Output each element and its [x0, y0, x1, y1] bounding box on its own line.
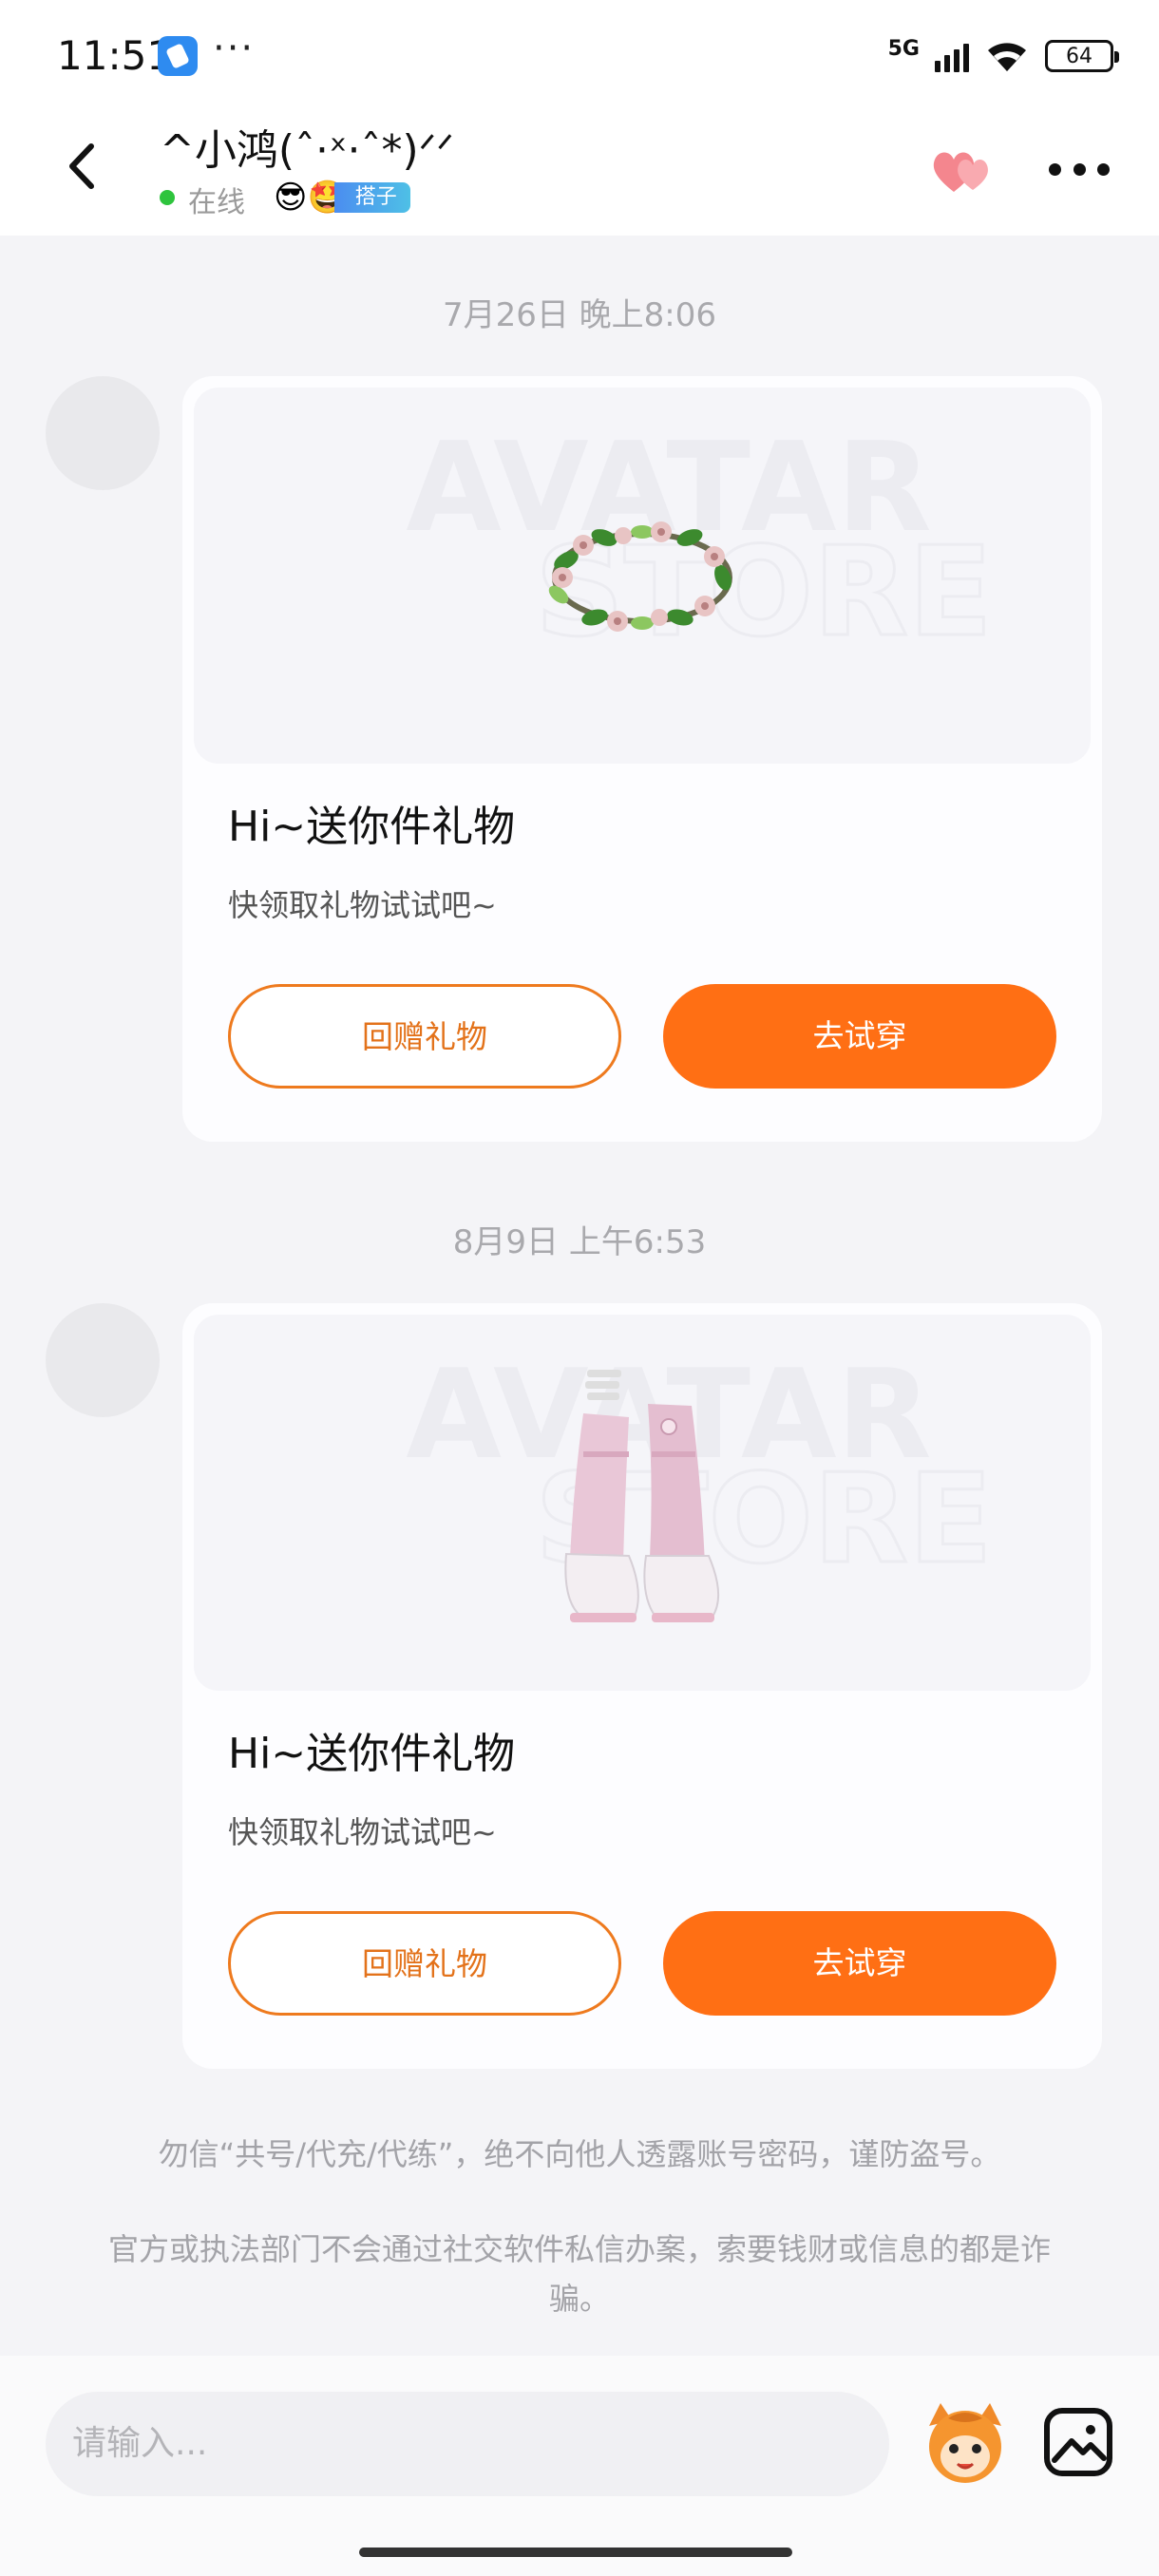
- status-indicators: 5G 64: [887, 34, 1119, 78]
- return-gift-button[interactable]: 回赠礼物: [228, 1911, 621, 2016]
- relationship-badge[interactable]: 😎🤩 搭子: [274, 179, 410, 217]
- gift-title: Hi~送你件礼物: [228, 803, 516, 851]
- avatar[interactable]: [46, 1303, 160, 1417]
- fraud-notice: 官方或执法部门不会通过社交软件私信办案，索要钱财或信息的都是诈骗。: [107, 2231, 1051, 2317]
- home-indicator[interactable]: [359, 2548, 792, 2557]
- app-notification-icon: [158, 36, 198, 76]
- badge-label: 搭子: [333, 182, 410, 213]
- back-button[interactable]: [49, 133, 116, 199]
- gift-subtitle: 快领取礼物试试吧~: [228, 887, 497, 923]
- flower-wreath-icon: [548, 521, 732, 632]
- contact-name: ^小鸿(ˆ·ˣ·ˆ*)ᐟᐟ: [160, 126, 454, 175]
- message-timestamp: 7月26日 晚上8:06: [442, 296, 717, 334]
- gift-image[interactable]: AVATAR STORE: [194, 388, 1091, 764]
- network-type: 5G: [887, 36, 920, 61]
- try-on-button[interactable]: 去试穿: [663, 984, 1056, 1089]
- safety-notice: 勿信“共号/代充/代练”，绝不向他人透露账号密码，谨防盗号。: [158, 2136, 1001, 2172]
- message-list[interactable]: 7月26日 晚上8:06 AVATAR STORE Hi~送你件礼物 快领取礼物…: [0, 236, 1159, 2356]
- input-bar: 请输入...: [0, 2356, 1159, 2576]
- battery-level: 64: [1066, 44, 1092, 68]
- signal-icon: [935, 40, 969, 72]
- status-time: 11:51: [57, 32, 173, 79]
- message-input[interactable]: 请输入...: [46, 2392, 889, 2496]
- gift-card[interactable]: AVATAR STORE Hi~送你件礼物 快领取礼物试试吧~ 回赠礼物 去试穿: [182, 376, 1102, 1142]
- gift-subtitle: 快领取礼物试试吧~: [228, 1814, 497, 1850]
- online-dot-icon: [160, 190, 175, 205]
- wifi-icon: [988, 43, 1026, 71]
- leg-warmer-shoes-icon: [564, 1370, 720, 1622]
- online-status: 在线: [188, 186, 245, 219]
- image-picker-icon[interactable]: [1041, 2405, 1115, 2479]
- message-timestamp: 8月9日 上午6:53: [452, 1223, 707, 1261]
- status-bar: 11:51 ··· 5G 64: [0, 0, 1159, 112]
- chat-screen: 11:51 ··· 5G 64 ^小鸿(ˆ·ˣ·ˆ*)ᐟᐟ 在线 😎🤩 搭子 7…: [0, 0, 1159, 2576]
- battery-icon: 64: [1045, 40, 1119, 72]
- gift-card[interactable]: AVATAR STORE Hi~送你件礼物 快领取礼物试试吧~ 回赠礼物: [182, 1303, 1102, 2069]
- gift-image[interactable]: AVATAR STORE: [194, 1315, 1091, 1691]
- gift-title: Hi~送你件礼物: [228, 1730, 516, 1778]
- more-notifications-icon: ···: [213, 27, 256, 70]
- try-on-button[interactable]: 去试穿: [663, 1911, 1056, 2016]
- heart-icon[interactable]: [929, 142, 998, 199]
- more-options-button[interactable]: [1049, 150, 1110, 188]
- emoji-mascot-button[interactable]: [920, 2397, 1011, 2489]
- chat-header: ^小鸿(ˆ·ˣ·ˆ*)ᐟᐟ 在线 😎🤩 搭子: [0, 112, 1159, 236]
- return-gift-button[interactable]: 回赠礼物: [228, 984, 621, 1089]
- avatar[interactable]: [46, 376, 160, 490]
